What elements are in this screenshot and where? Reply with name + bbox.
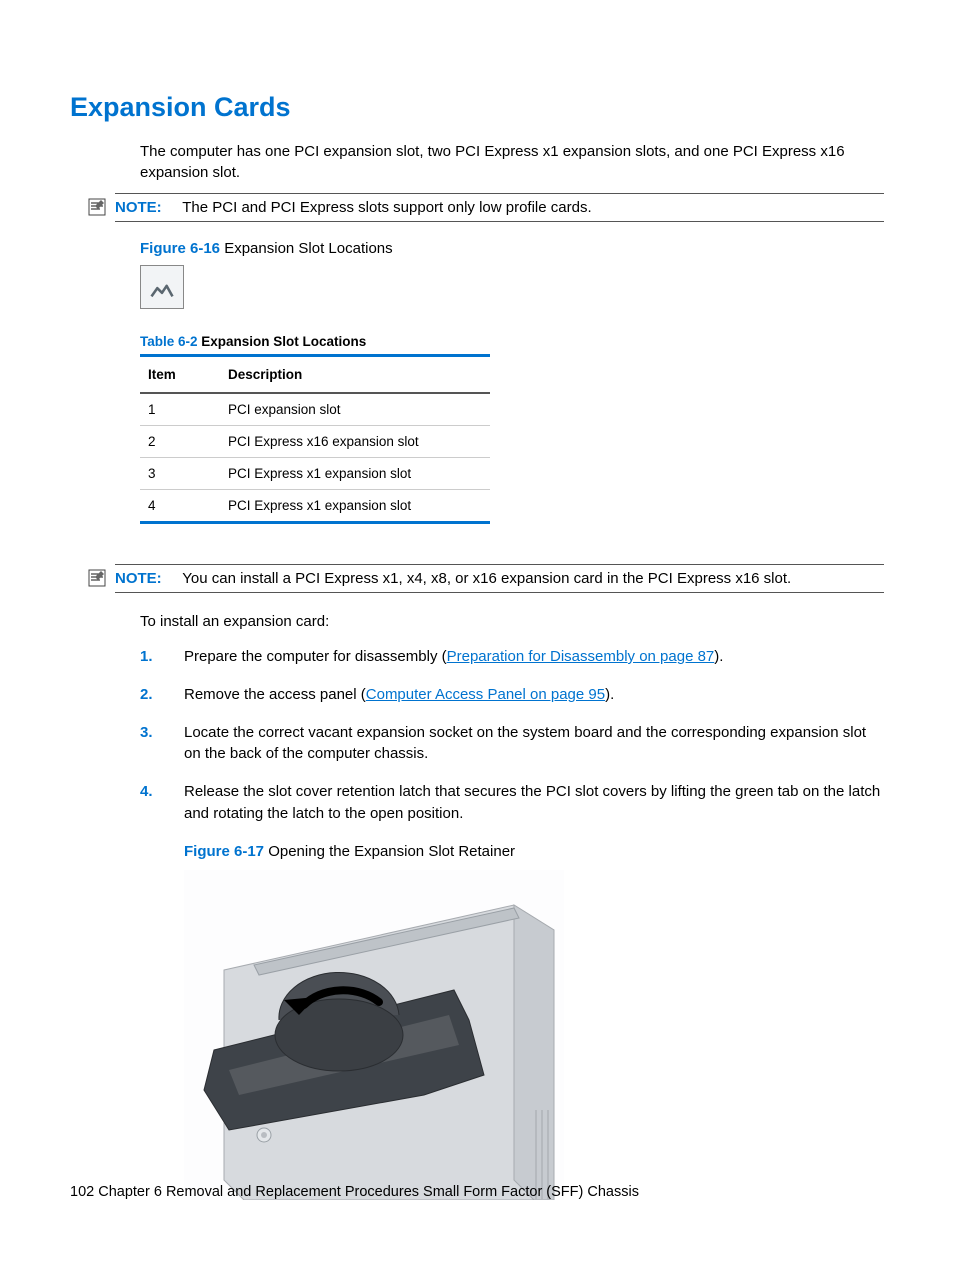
table-header-item: Item [140, 356, 220, 394]
step-number: 2. [140, 684, 153, 706]
figure-image-retainer [184, 870, 564, 1200]
step-2: 2. Remove the access panel (Computer Acc… [140, 684, 884, 706]
step-1: 1. Prepare the computer for disassembly … [140, 646, 884, 668]
table-cell-item: 2 [140, 426, 220, 458]
table-cell-desc: PCI expansion slot [220, 393, 490, 426]
table-caption: Table 6-2 Expansion Slot Locations [140, 333, 884, 350]
figure-caption-2: Figure 6-17 Opening the Expansion Slot R… [184, 841, 884, 863]
step-3: 3. Locate the correct vacant expansion s… [140, 722, 884, 766]
step-text-post: ). [714, 648, 723, 665]
step-list: 1. Prepare the computer for disassembly … [140, 646, 884, 1200]
table-cell-item: 1 [140, 393, 220, 426]
instruction-lead: To install an expansion card: [140, 611, 884, 632]
step-text: Release the slot cover retention latch t… [184, 783, 880, 822]
table-row: 3 PCI Express x1 expansion slot [140, 458, 490, 490]
step-text-pre: Prepare the computer for disassembly ( [184, 648, 447, 665]
table-cell-item: 4 [140, 490, 220, 523]
page-footer: 102 Chapter 6 Removal and Replacement Pr… [70, 1184, 639, 1200]
figure-label: Figure 6-17 [184, 843, 264, 860]
table-row: 4 PCI Express x1 expansion slot [140, 490, 490, 523]
table-header-desc: Description [220, 356, 490, 394]
step-number: 1. [140, 646, 153, 668]
note-text: You can install a PCI Express x1, x4, x8… [182, 570, 791, 587]
figure-title: Opening the Expansion Slot Retainer [264, 843, 515, 860]
step-text-pre: Remove the access panel ( [184, 686, 366, 703]
expansion-slot-table: Item Description 1 PCI expansion slot 2 … [140, 354, 490, 524]
note-block-1: NOTE: The PCI and PCI Express slots supp… [115, 193, 884, 222]
table-cell-desc: PCI Express x1 expansion slot [220, 458, 490, 490]
table-cell-desc: PCI Express x16 expansion slot [220, 426, 490, 458]
link-computer-access-panel[interactable]: Computer Access Panel on page 95 [366, 686, 605, 703]
figure-image-broken [140, 265, 184, 309]
step-text-post: ). [605, 686, 614, 703]
table-cell-desc: PCI Express x1 expansion slot [220, 490, 490, 523]
note-text: The PCI and PCI Express slots support on… [182, 199, 591, 216]
note-icon [88, 569, 106, 587]
note-block-2: NOTE: You can install a PCI Express x1, … [115, 564, 884, 593]
table-row: 1 PCI expansion slot [140, 393, 490, 426]
note-label: NOTE: [115, 199, 162, 216]
page-number: 102 [70, 1184, 94, 1200]
table-cell-item: 3 [140, 458, 220, 490]
footer-chapter: Chapter 6 Removal and Replacement Proced… [94, 1184, 639, 1200]
note-label: NOTE: [115, 570, 162, 587]
step-number: 3. [140, 722, 153, 744]
table-title: Expansion Slot Locations [198, 334, 367, 349]
step-4: 4. Release the slot cover retention latc… [140, 781, 884, 1200]
intro-paragraph: The computer has one PCI expansion slot,… [140, 141, 884, 183]
step-number: 4. [140, 781, 153, 803]
figure-title: Expansion Slot Locations [220, 240, 393, 257]
table-label: Table 6-2 [140, 334, 198, 349]
note-icon [88, 198, 106, 216]
table-row: 2 PCI Express x16 expansion slot [140, 426, 490, 458]
figure-label: Figure 6-16 [140, 240, 220, 257]
figure-caption-1: Figure 6-16 Expansion Slot Locations [140, 240, 884, 257]
link-preparation-for-disassembly[interactable]: Preparation for Disassembly on page 87 [447, 648, 715, 665]
section-title: Expansion Cards [70, 92, 884, 123]
step-text: Locate the correct vacant expansion sock… [184, 724, 866, 763]
